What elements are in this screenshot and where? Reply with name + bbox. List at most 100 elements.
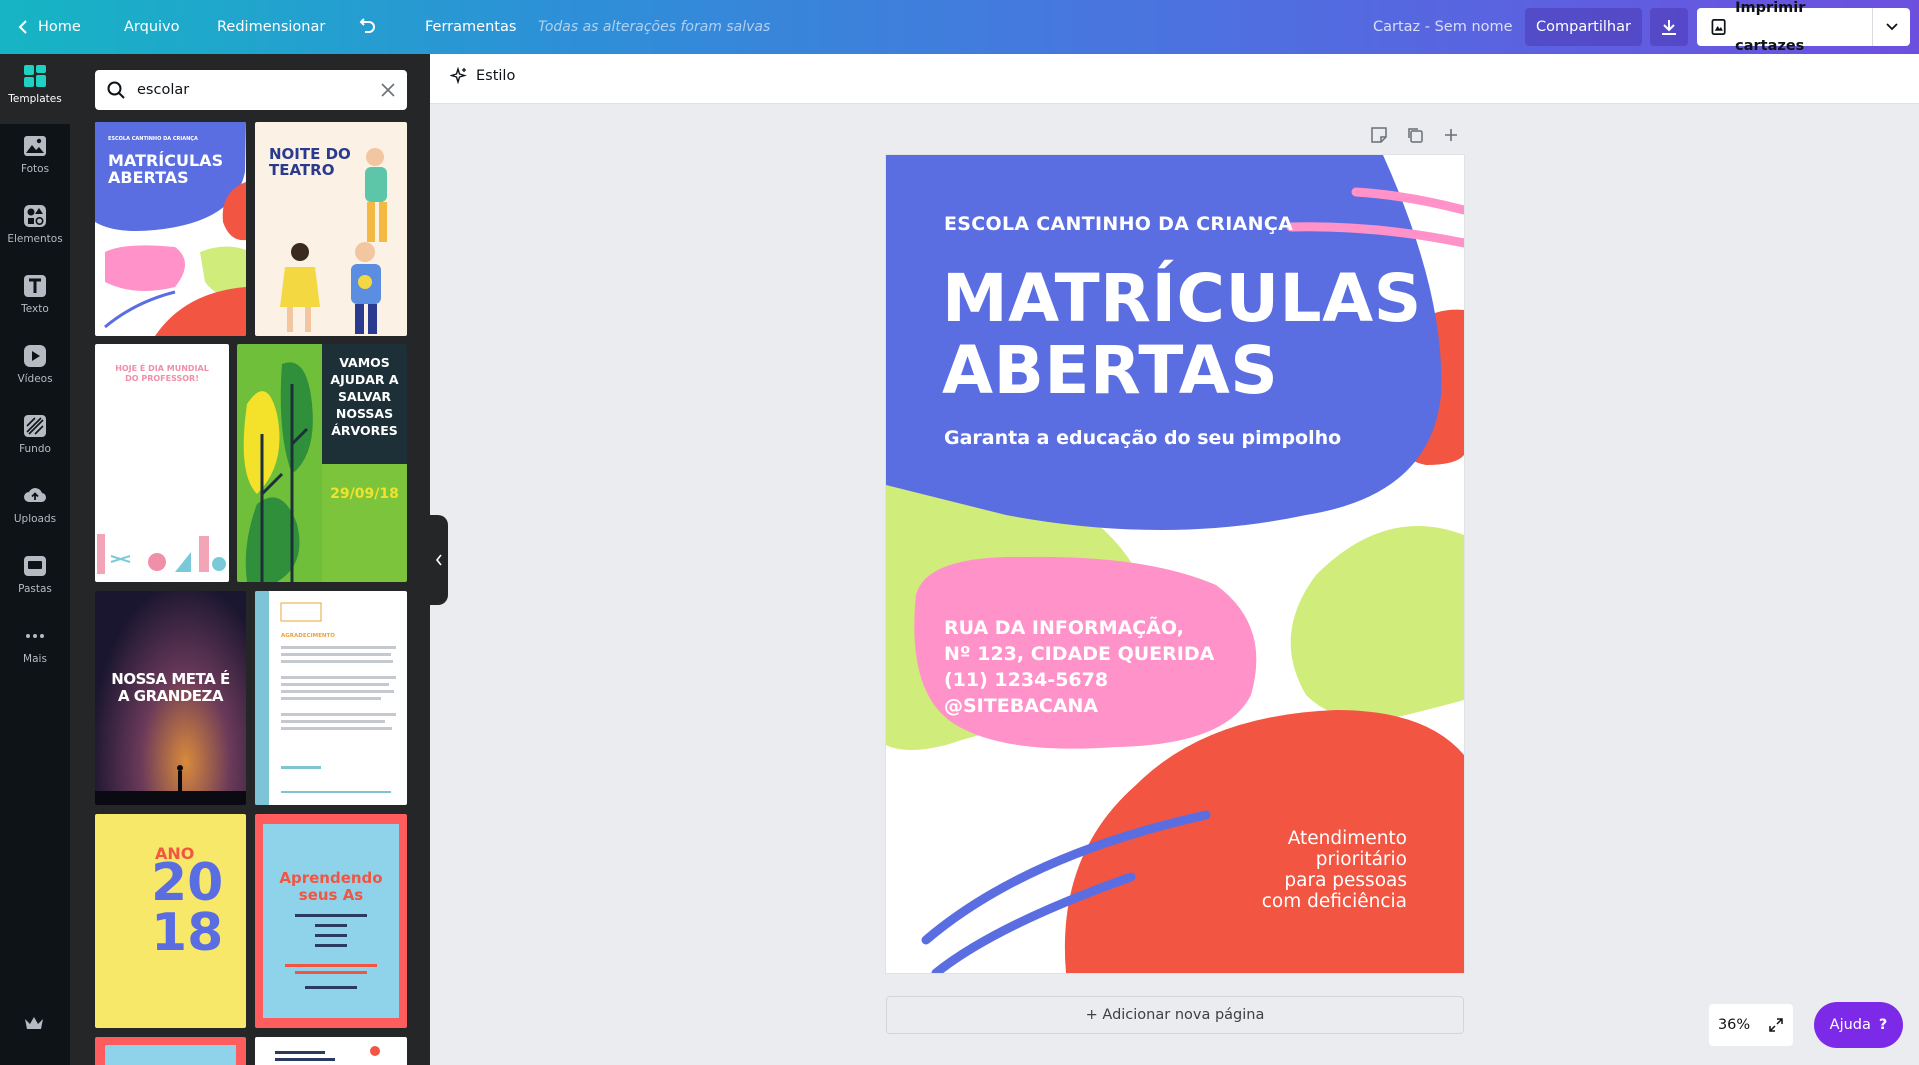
page-tools [1369,125,1461,145]
download-icon [1662,20,1676,35]
chevron-left-icon [435,554,442,566]
thumb-text: VAMOS AJUDAR A SALVAR NOSSAS ÁRVORES [322,354,407,439]
thumb-date: 29/09/18 [330,486,399,502]
add-page-icon-button[interactable] [1441,125,1461,145]
template-partial[interactable] [255,1037,407,1065]
poster-phone: (11) 1234-5678 [944,669,1109,691]
template-dia-professor[interactable]: HOJE É DIA MUNDIAL DO PROFESSOR! [95,344,229,582]
thumb-line: NOSSAS [335,406,394,421]
poster-title-line: ABERTAS [942,332,1279,409]
template-ano-2018[interactable]: ANO 20 18 [95,814,246,1028]
close-icon[interactable] [381,83,395,97]
help-label: Ajuda [1829,1017,1871,1033]
undo-icon [359,18,375,33]
thumb-title-2: 18 [151,903,224,963]
duplicate-page-button[interactable] [1405,125,1425,145]
nav-videos[interactable]: Vídeos [0,334,70,404]
chevron-down-icon [1885,23,1898,31]
text-icon [23,274,47,298]
question-icon: ? [1878,1017,1888,1033]
style-button[interactable]: Estilo [450,67,515,85]
template-agradecimento[interactable]: AGRADECIMENTO [255,591,407,805]
nav-label: Texto [21,303,49,315]
collapse-panel-button[interactable] [430,515,448,605]
home-button[interactable]: Home [18,0,81,54]
expand-icon[interactable] [1768,1017,1784,1033]
templates-panel: escolar ESCOLA CANTINHO DA CRIANÇA MATRÍ… [70,54,430,1065]
menu-redimensionar[interactable]: Redimensionar [217,0,325,54]
nav-elementos[interactable]: Elementos [0,194,70,264]
help-button[interactable]: Ajuda ? [1814,1002,1903,1048]
background-icon [23,414,47,438]
print-options-button[interactable] [1872,8,1910,46]
thumb-line: SALVAR [337,389,392,404]
nav-pastas[interactable]: Pastas [0,544,70,614]
note-button[interactable] [1369,125,1389,145]
thumb-line: ÁRVORES [331,423,398,438]
poster-canvas[interactable]: ESCOLA CANTINHO DA CRIANÇA MATRÍCULAS AB… [886,155,1464,973]
thumb-title-2: ABERTAS [108,168,189,187]
thumb-text: ESCOLA CANTINHO DA CRIANÇA [108,136,198,142]
nav-label: Elementos [7,233,63,245]
sparkle-icon [450,67,467,85]
templates-icon [23,64,47,88]
template-matriculas[interactable]: ESCOLA CANTINHO DA CRIANÇA MATRÍCULAS ABE… [95,122,246,336]
template-noite-teatro[interactable]: NOITE DO TEATRO [255,122,407,336]
poster-school-name[interactable]: ESCOLA CANTINHO DA CRIANÇA [944,213,1293,235]
home-label: Home [38,19,81,35]
template-aprendendo[interactable]: Aprendendo seus As [255,814,407,1028]
duplicate-icon [1408,128,1423,143]
template-nossa-meta[interactable]: NOSSA META ÉA GRANDEZA [95,591,246,805]
nav-label: Mais [23,653,47,665]
menu-ferramentas[interactable]: Ferramentas [425,0,516,54]
nav-label: Fotos [20,163,50,175]
share-button[interactable]: Compartilhar [1525,8,1642,46]
chevron-left-icon [18,20,27,34]
plus-icon [1445,129,1457,141]
search-input[interactable]: escolar [137,82,381,98]
editor-toolbar: Estilo [430,54,1919,104]
poster-title[interactable]: MATRÍCULAS ABERTAS [942,263,1422,407]
style-label: Estilo [476,68,516,84]
poster-address-line: Nº 123, CIDADE QUERIDA [944,643,1215,665]
search-icon [107,81,125,99]
poster-subtitle[interactable]: Garanta a educação do seu pimpolho [944,427,1341,449]
poster-address-line: RUA DA INFORMAÇÃO, [944,617,1184,639]
nav-mais[interactable]: Mais [0,614,70,684]
nav-templates[interactable]: Templates [0,54,70,124]
nav-texto[interactable]: Texto [0,264,70,334]
add-page-button[interactable]: + Adicionar nova página [886,996,1464,1034]
thumb-text: AGRADECIMENTO [281,633,335,639]
menu-arquivo[interactable]: Arquivo [124,0,180,54]
nav-fundo[interactable]: Fundo [0,404,70,474]
thumb-text: MATRÍCULAS ABERTAS [108,152,223,186]
upload-icon [23,484,47,508]
zoom-control[interactable]: 36% [1709,1004,1793,1046]
side-nav: Templates Fotos Elementos Texto Vídeos F… [0,54,70,1065]
poster-site: @SITEBACANA [944,695,1099,717]
search-box[interactable]: escolar [95,70,407,110]
nav-uploads[interactable]: Uploads [0,474,70,544]
thumb-line: AJUDAR A [330,372,399,387]
document-name[interactable]: Cartaz - Sem nome [1373,0,1513,54]
poster-note-line: com deficiência [1261,891,1407,912]
poster-note-line: Atendimento [1287,828,1407,849]
nav-label: Pastas [18,583,52,595]
template-partial[interactable] [95,1037,246,1065]
template-salvar-arvores[interactable]: VAMOS AJUDAR A SALVAR NOSSAS ÁRVORES 29/… [237,344,407,582]
thumb-line: VAMOS [339,355,390,370]
more-icon [23,624,47,648]
nav-fotos[interactable]: Fotos [0,124,70,194]
poster-address[interactable]: RUA DA INFORMAÇÃO, Nº 123, CIDADE QUERID… [944,615,1214,719]
zoom-level[interactable]: 36% [1718,1017,1750,1033]
poster-priority-note[interactable]: Atendimento prioritário para pessoas com… [1262,828,1407,912]
save-status: Todas as alterações foram salvas [538,19,771,35]
print-posters-button[interactable]: Imprimir cartazes [1697,0,1872,54]
print-icon [1711,19,1726,35]
download-button[interactable] [1650,8,1688,46]
poster-note-line: prioritário [1315,849,1407,870]
undo-button[interactable] [357,0,377,54]
crown-icon[interactable] [23,1014,45,1036]
top-bar: Home Arquivo Redimensionar Ferramentas T… [0,0,1919,54]
folder-icon [23,554,47,578]
